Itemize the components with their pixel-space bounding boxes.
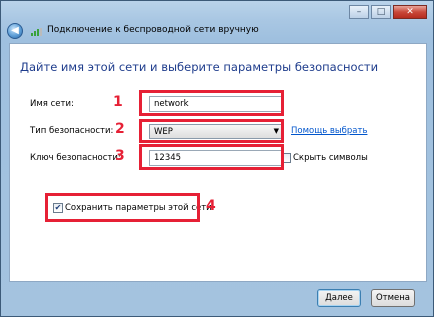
page-heading: Дайте имя этой сети и выберите параметры…	[20, 60, 379, 74]
minimize-button[interactable]: –	[349, 5, 369, 19]
window-title: Подключение к беспроводной сети вручную	[47, 25, 259, 35]
highlight-box-1	[139, 90, 284, 116]
close-button[interactable]: ✕	[393, 5, 427, 19]
cancel-button[interactable]: Отмена	[371, 289, 415, 307]
maximize-icon: □	[376, 7, 386, 17]
wireless-network-icon	[31, 28, 43, 36]
annotation-number-4: 4	[206, 198, 216, 214]
help-choose-link[interactable]: Помощь выбрать	[291, 126, 367, 136]
security-type-label: Тип безопасности:	[30, 126, 114, 136]
highlight-box-2	[139, 119, 284, 143]
close-icon: ✕	[406, 7, 414, 17]
hide-chars-label: Скрыть символы	[293, 153, 368, 163]
security-key-label: Ключ безопасности:	[30, 153, 121, 163]
annotation-number-2: 2	[115, 121, 125, 137]
network-name-label: Имя сети:	[30, 99, 74, 109]
maximize-button[interactable]: □	[371, 5, 391, 19]
window-controls: – □ ✕	[349, 5, 427, 20]
next-button[interactable]: Далее	[317, 289, 361, 307]
content-panel: Дайте имя этой сети и выберите параметры…	[9, 43, 427, 282]
back-button[interactable]: ◀	[7, 23, 23, 39]
highlight-box-4	[45, 193, 200, 222]
highlight-box-3	[139, 144, 284, 170]
arrow-left-icon: ◀	[11, 25, 19, 36]
footer-bar: Далее Отмена	[1, 283, 433, 316]
minimize-icon: –	[356, 7, 362, 17]
annotation-number-3: 3	[115, 148, 125, 164]
wireless-setup-window: ◀ Подключение к беспроводной сети вручну…	[0, 0, 434, 317]
title-bar: ◀ Подключение к беспроводной сети вручну…	[1, 1, 433, 41]
annotation-number-1: 1	[113, 94, 123, 110]
